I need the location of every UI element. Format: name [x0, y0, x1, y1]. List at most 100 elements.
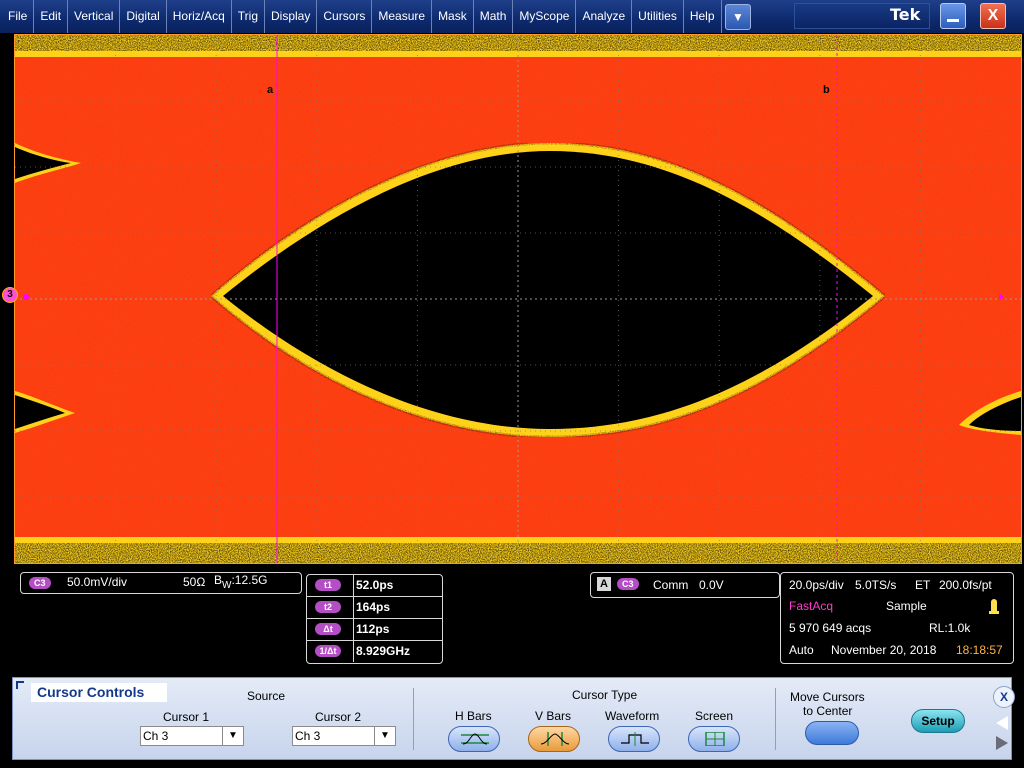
- v-bars-icon: [541, 732, 569, 746]
- bandwidth-value: :12.5G: [231, 573, 268, 587]
- cursor2-source-select[interactable]: Ch 3 ▼: [292, 726, 396, 746]
- readout-value: 164ps: [353, 597, 439, 618]
- move-cursors-label-2: to Center: [803, 704, 853, 718]
- readout-row: Δt 112ps: [307, 619, 442, 641]
- readout-label: Δt: [315, 623, 341, 635]
- v-bars-button[interactable]: [528, 726, 580, 752]
- trigger-channel-pill: C3: [617, 578, 639, 590]
- menu-measure[interactable]: Measure: [372, 0, 433, 33]
- readout-row: t2 164ps: [307, 597, 442, 619]
- h-bars-icon: [461, 733, 489, 745]
- waveform-cursor-icon: [621, 732, 649, 746]
- h-bars-label: H Bars: [455, 709, 492, 723]
- termination: 50Ω: [183, 575, 206, 589]
- screen-cursor-icon: [705, 732, 725, 746]
- time: 18:18:57: [956, 643, 1003, 657]
- channel-3-marker-label: 3: [7, 289, 13, 300]
- chevron-down-icon: ▼: [732, 10, 744, 24]
- trigger-settings-badge[interactable]: A C3 Comm 0.0V: [590, 572, 780, 598]
- waveform-label: Waveform: [605, 709, 660, 723]
- sampling-mode: Sample: [886, 599, 927, 613]
- run-indicator-base: [989, 611, 999, 614]
- panel-divider: [775, 688, 776, 750]
- date: November 20, 2018: [831, 643, 937, 657]
- panel-next-arrow-icon[interactable]: [996, 736, 1008, 750]
- v-bars-label: V Bars: [535, 709, 572, 723]
- menu-help[interactable]: Help: [684, 0, 722, 33]
- cursor-readout: t1 52.0ps t2 164ps Δt 112ps 1/Δt 8.929GH…: [306, 574, 443, 664]
- source-label: Source: [247, 689, 286, 703]
- menu-cursors[interactable]: Cursors: [317, 0, 373, 33]
- waveform-display[interactable]: a b: [14, 34, 1022, 564]
- close-button[interactable]: X: [980, 3, 1006, 29]
- run-indicator-icon: [991, 599, 997, 611]
- cursor-b-label: b: [823, 84, 830, 96]
- point-resolution: 200.0fs/pt: [939, 578, 992, 592]
- close-icon: X: [987, 7, 999, 24]
- menu-horiz-acq[interactable]: Horiz/Acq: [167, 0, 232, 33]
- menu-bar: File Edit Vertical Digital Horiz/Acq Tri…: [0, 0, 1024, 33]
- chevron-down-icon: ▼: [374, 727, 395, 745]
- readout-row: 1/Δt 8.929GHz: [307, 641, 442, 662]
- waveform-button[interactable]: [608, 726, 660, 752]
- sample-rate: 5.0TS/s: [855, 578, 897, 592]
- menu-myscope[interactable]: MyScope: [513, 0, 577, 33]
- menu-mask[interactable]: Mask: [432, 0, 474, 33]
- cursor-type-label: Cursor Type: [572, 688, 638, 702]
- cursor-controls-panel: Cursor Controls Source Cursor 1 Ch 3 ▼ C…: [12, 677, 1012, 760]
- trigger-mode-a: A: [597, 577, 611, 591]
- menu-digital[interactable]: Digital: [120, 0, 167, 33]
- move-cursors-to-center-button[interactable]: [805, 721, 859, 745]
- cursor1-label: Cursor 1: [163, 710, 210, 724]
- readout-value: 112ps: [353, 619, 439, 640]
- bandwidth-w: W: [222, 580, 232, 591]
- menu-vertical[interactable]: Vertical: [68, 0, 121, 33]
- trigger-mode: Auto: [789, 643, 814, 657]
- cursor1-source-select[interactable]: Ch 3 ▼: [140, 726, 244, 746]
- menu-utilities[interactable]: Utilities: [632, 0, 684, 33]
- readout-value: 8.929GHz: [353, 641, 439, 662]
- cursor-a-label: a: [267, 84, 274, 96]
- readout-value: 52.0ps: [353, 575, 439, 596]
- panel-corner-icon: [16, 681, 24, 689]
- bandwidth-readout: BW:12.5G: [214, 573, 268, 591]
- channel-3-marker[interactable]: 3: [2, 287, 18, 303]
- acquisition-mode: FastAcq: [789, 599, 834, 613]
- bandwidth-b: B: [214, 573, 223, 587]
- trigger-coupling: Comm: [653, 578, 689, 592]
- setup-button[interactable]: Setup: [911, 709, 965, 733]
- vertical-scale: 50.0mV/div: [67, 575, 128, 589]
- menu-edit[interactable]: Edit: [34, 0, 69, 33]
- menu-trig[interactable]: Trig: [232, 0, 265, 33]
- menu-math[interactable]: Math: [474, 0, 514, 33]
- eye-diagram: a b: [15, 35, 1021, 563]
- menu-dropdown-button[interactable]: ▼: [725, 4, 751, 30]
- menu-file[interactable]: File: [0, 0, 35, 33]
- readout-row: t1 52.0ps: [307, 575, 442, 597]
- panel-close-button[interactable]: X: [993, 686, 1015, 708]
- info-bar: C3 50.0mV/div 50Ω BW:12.5G t1 52.0ps t2 …: [0, 566, 1024, 669]
- level-marker-left: [23, 294, 29, 300]
- cursor2-source-value: Ch 3: [295, 729, 321, 743]
- move-cursors-label-1: Move Cursors: [790, 690, 865, 704]
- screen-button[interactable]: [688, 726, 740, 752]
- readout-label: 1/Δt: [315, 645, 341, 657]
- cursor1-source-value: Ch 3: [143, 729, 169, 743]
- readout-label: t1: [315, 579, 341, 591]
- chevron-down-icon: ▼: [222, 727, 243, 745]
- h-bars-button[interactable]: [448, 726, 500, 752]
- acquisition-settings-badge[interactable]: 20.0ps/div 5.0TS/s ET 200.0fs/pt FastAcq…: [780, 572, 1014, 664]
- vertical-settings-badge[interactable]: C3 50.0mV/div 50Ω BW:12.5G: [20, 572, 302, 594]
- cursor2-label: Cursor 2: [315, 710, 362, 724]
- minimize-button[interactable]: [940, 3, 966, 29]
- acquisition-count: 5 970 649 acqs: [789, 621, 872, 635]
- panel-prev-arrow-icon[interactable]: [996, 716, 1008, 730]
- screen-label: Screen: [695, 709, 734, 723]
- menu-analyze[interactable]: Analyze: [576, 0, 633, 33]
- menu-display[interactable]: Display: [265, 0, 318, 33]
- equivalent-time: ET: [915, 578, 931, 592]
- timebase: 20.0ps/div: [789, 578, 844, 592]
- panel-title: Cursor Controls: [31, 683, 167, 702]
- readout-label: t2: [315, 601, 341, 613]
- minimize-icon: [947, 19, 959, 22]
